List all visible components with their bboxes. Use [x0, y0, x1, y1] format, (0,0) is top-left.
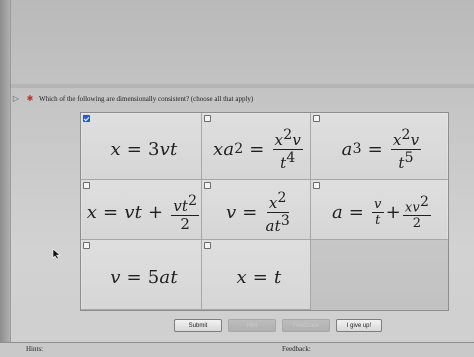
- fraction: xv2 2: [402, 193, 432, 232]
- fraction: x2 at3: [265, 190, 290, 235]
- hint-button[interactable]: Hint: [228, 319, 276, 332]
- top-separator: [10, 84, 474, 88]
- footer-row: Hints: Feedback:: [0, 342, 474, 357]
- option-7-formula: v = 5 at: [110, 267, 178, 288]
- fraction: x2v t5: [390, 126, 422, 172]
- option-7[interactable]: v = 5 at: [81, 240, 202, 310]
- option-2[interactable]: xa 2 = x2v t4: [202, 113, 311, 180]
- submit-button[interactable]: Submit: [174, 319, 222, 332]
- option-2-formula: xa 2 = x2v t4: [212, 126, 303, 172]
- question-row: ▷ ✱ Which of the following are dimension…: [11, 91, 466, 107]
- feedback-label: Feedback:: [282, 345, 311, 353]
- give-up-button[interactable]: I give up!: [336, 319, 382, 332]
- option-1-formula: x = 3 vt: [110, 138, 178, 160]
- feedback-button[interactable]: Feedback: [282, 319, 330, 332]
- mouse-pointer-icon: [52, 248, 61, 260]
- hints-label: Hints:: [26, 345, 44, 353]
- option-8[interactable]: x = t: [202, 240, 311, 310]
- option-3[interactable]: a3 = x2v t5: [311, 113, 448, 180]
- warning-bug-icon: ✱: [26, 94, 34, 103]
- option-1[interactable]: x = 3 vt: [81, 113, 202, 180]
- option-4-formula: x = vt + vt2 2: [86, 192, 200, 233]
- option-8-formula: x = t: [236, 267, 282, 288]
- option-6[interactable]: a = v t + xv2 2: [311, 180, 448, 240]
- fraction: v t: [372, 197, 384, 228]
- empty-grid-slot: [311, 240, 448, 310]
- fraction: vt2 2: [171, 192, 200, 233]
- option-4[interactable]: x = vt + vt2 2: [81, 180, 202, 240]
- option-5-formula: v = x2 at3: [226, 190, 290, 235]
- option-3-formula: a3 = x2v t5: [341, 126, 422, 172]
- action-buttons: Submit Hint Feedback I give up!: [174, 318, 394, 333]
- answer-options: x = 3 vt xa 2 = x2v t4 a3 = x2v t5 x = v…: [81, 113, 448, 310]
- play-triangle-icon: ▷: [12, 94, 20, 103]
- screen: ▷ ✱ Which of the following are dimension…: [0, 0, 474, 357]
- question-text: Which of the following are dimensionally…: [39, 95, 254, 103]
- fraction: x2v t4: [272, 126, 303, 172]
- option-5[interactable]: v = x2 at3: [202, 180, 311, 240]
- option-6-formula: a = v t + xv2 2: [331, 193, 432, 232]
- answer-grid: x = 3 vt xa 2 = x2v t4 a3 = x2v t5 x = v…: [80, 112, 449, 311]
- left-window-edge: [0, 0, 11, 356]
